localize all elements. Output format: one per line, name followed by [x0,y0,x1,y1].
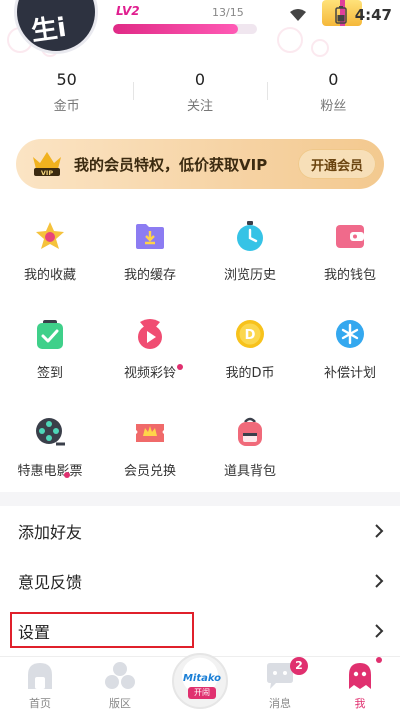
grid-item-label: 特惠电影票 [17,464,83,479]
grid-item-label: 会员兑换 [123,464,176,479]
grid-item-member-exchange[interactable]: 会员兑换 [100,392,200,488]
vip-crown-icon: VIP [33,152,61,177]
grid-item-backpack[interactable]: 道具背包 [200,392,300,488]
grid-item-label: 补偿计划 [323,366,376,381]
grid-item-checkin[interactable]: 签到 [0,294,100,390]
stat-value: 0 [194,70,206,89]
download-folder-icon [136,224,164,249]
video-ringtone-icon [138,319,162,349]
nav-messages[interactable]: 消息 [240,657,320,712]
nav-home[interactable]: 首页 [0,657,80,712]
grid-item-movie-tickets[interactable]: 特惠电影票 [0,392,100,488]
stat-following[interactable]: 0 关注 [133,60,266,124]
vip-promo-text: 我的会员特权，低价获取VIP [74,156,268,174]
notification-dot [376,657,382,663]
status-time: 4:47 [354,6,392,24]
grid-item-history[interactable]: 浏览历史 [200,196,300,292]
nav-label: 首页 [29,697,51,710]
stat-fans[interactable]: 0 粉丝 [266,60,400,124]
clock-icon [237,221,263,251]
svg-text:D: D [245,328,256,343]
grid-item-label: 我的收藏 [23,268,76,283]
notification-dot [64,472,70,478]
grid-item-label: 我的缓存 [123,268,176,283]
chevron-right-icon [375,524,384,538]
nav-me[interactable]: 我 [320,657,400,712]
grid-item-label: 视频彩铃 [123,366,176,381]
stat-label: 关注 [186,99,213,114]
grid-item-compensation[interactable]: 补偿计划 [300,294,400,390]
level-badge: LV2 [116,4,140,18]
stat-value: 0 [328,70,339,89]
status-bar: 4:47 [289,4,392,26]
nav-label: 我 [354,697,366,710]
wifi-icon [289,9,306,21]
home-icon [28,663,52,689]
grid-item-favorites[interactable]: 我的收藏 [0,196,100,292]
menu-item-feedback[interactable]: 意见反馈 [0,556,400,606]
film-reel-icon [36,418,65,446]
grid-item-label: 我的D币 [225,366,275,381]
grid-item-wallet[interactable]: 我的钱包 [300,196,400,292]
message-count-badge: 2 [290,657,308,675]
grid-item-video-ringtone[interactable]: 视频彩铃 [100,294,200,390]
xp-count: 13/15 [212,6,244,19]
chevron-right-icon [375,624,384,638]
center-logo-button[interactable]: Mitako 开闹 [172,653,228,709]
board-icon [105,662,135,689]
compensation-icon [336,320,364,348]
wallet-icon [336,225,364,248]
nav-board[interactable]: 版区 [80,657,160,712]
checkin-icon [37,320,63,349]
member-exchange-icon [136,424,164,442]
feature-grid: 我的收藏 我的缓存 浏览历史 我的钱包 签到 视频彩铃 D 我的D币 补偿计划 … [0,196,400,492]
me-ghost-icon [349,663,371,689]
dcoin-icon: D [236,320,264,348]
menu-item-add-friend[interactable]: 添加好友 [0,506,400,556]
avatar-image-text: 生i [29,12,69,48]
backpack-icon [238,417,262,446]
profile-header: 生i LV2 13/15 4:47 [0,0,400,60]
stat-coins[interactable]: 50 金币 [0,60,133,124]
grid-item-label: 签到 [36,366,63,381]
stat-label: 金币 [53,99,80,114]
vip-section: VIP 我的会员特权，低价获取VIP 开通会员 [0,124,400,196]
grid-item-dcoin[interactable]: D 我的D币 [200,294,300,390]
grid-item-cache[interactable]: 我的缓存 [100,196,200,292]
center-logo-text: Mitako [182,673,222,684]
xp-progress-bar [113,24,257,34]
stats-row: 50 金币 0 关注 0 粉丝 [0,60,400,124]
nav-label: 消息 [269,697,291,710]
nav-label: 版区 [109,697,131,710]
settings-highlight-box [10,612,194,648]
stat-label: 粉丝 [320,99,347,114]
center-logo-sub: 开闹 [188,687,216,699]
grid-item-label: 道具背包 [223,464,276,479]
vip-banner[interactable]: VIP 我的会员特权，低价获取VIP 开通会员 [16,139,384,189]
menu-item-label: 意见反馈 [18,573,83,592]
decor-pattern-icon [277,27,329,57]
grid-item-label: 我的钱包 [323,268,376,283]
stat-value: 50 [56,70,77,89]
xp-progress-fill [113,24,239,34]
bottom-nav: 首页 版区 Mitako 开闹 消息 2 我 [0,653,400,712]
battery-icon [334,6,347,24]
menu-item-label: 添加好友 [18,523,83,542]
star-icon [36,222,64,249]
vip-crown-text: VIP [41,169,53,177]
chevron-right-icon [375,574,384,588]
grid-item-label: 浏览历史 [223,268,276,283]
notification-dot [177,364,183,370]
open-membership-button[interactable]: 开通会员 [298,149,376,179]
